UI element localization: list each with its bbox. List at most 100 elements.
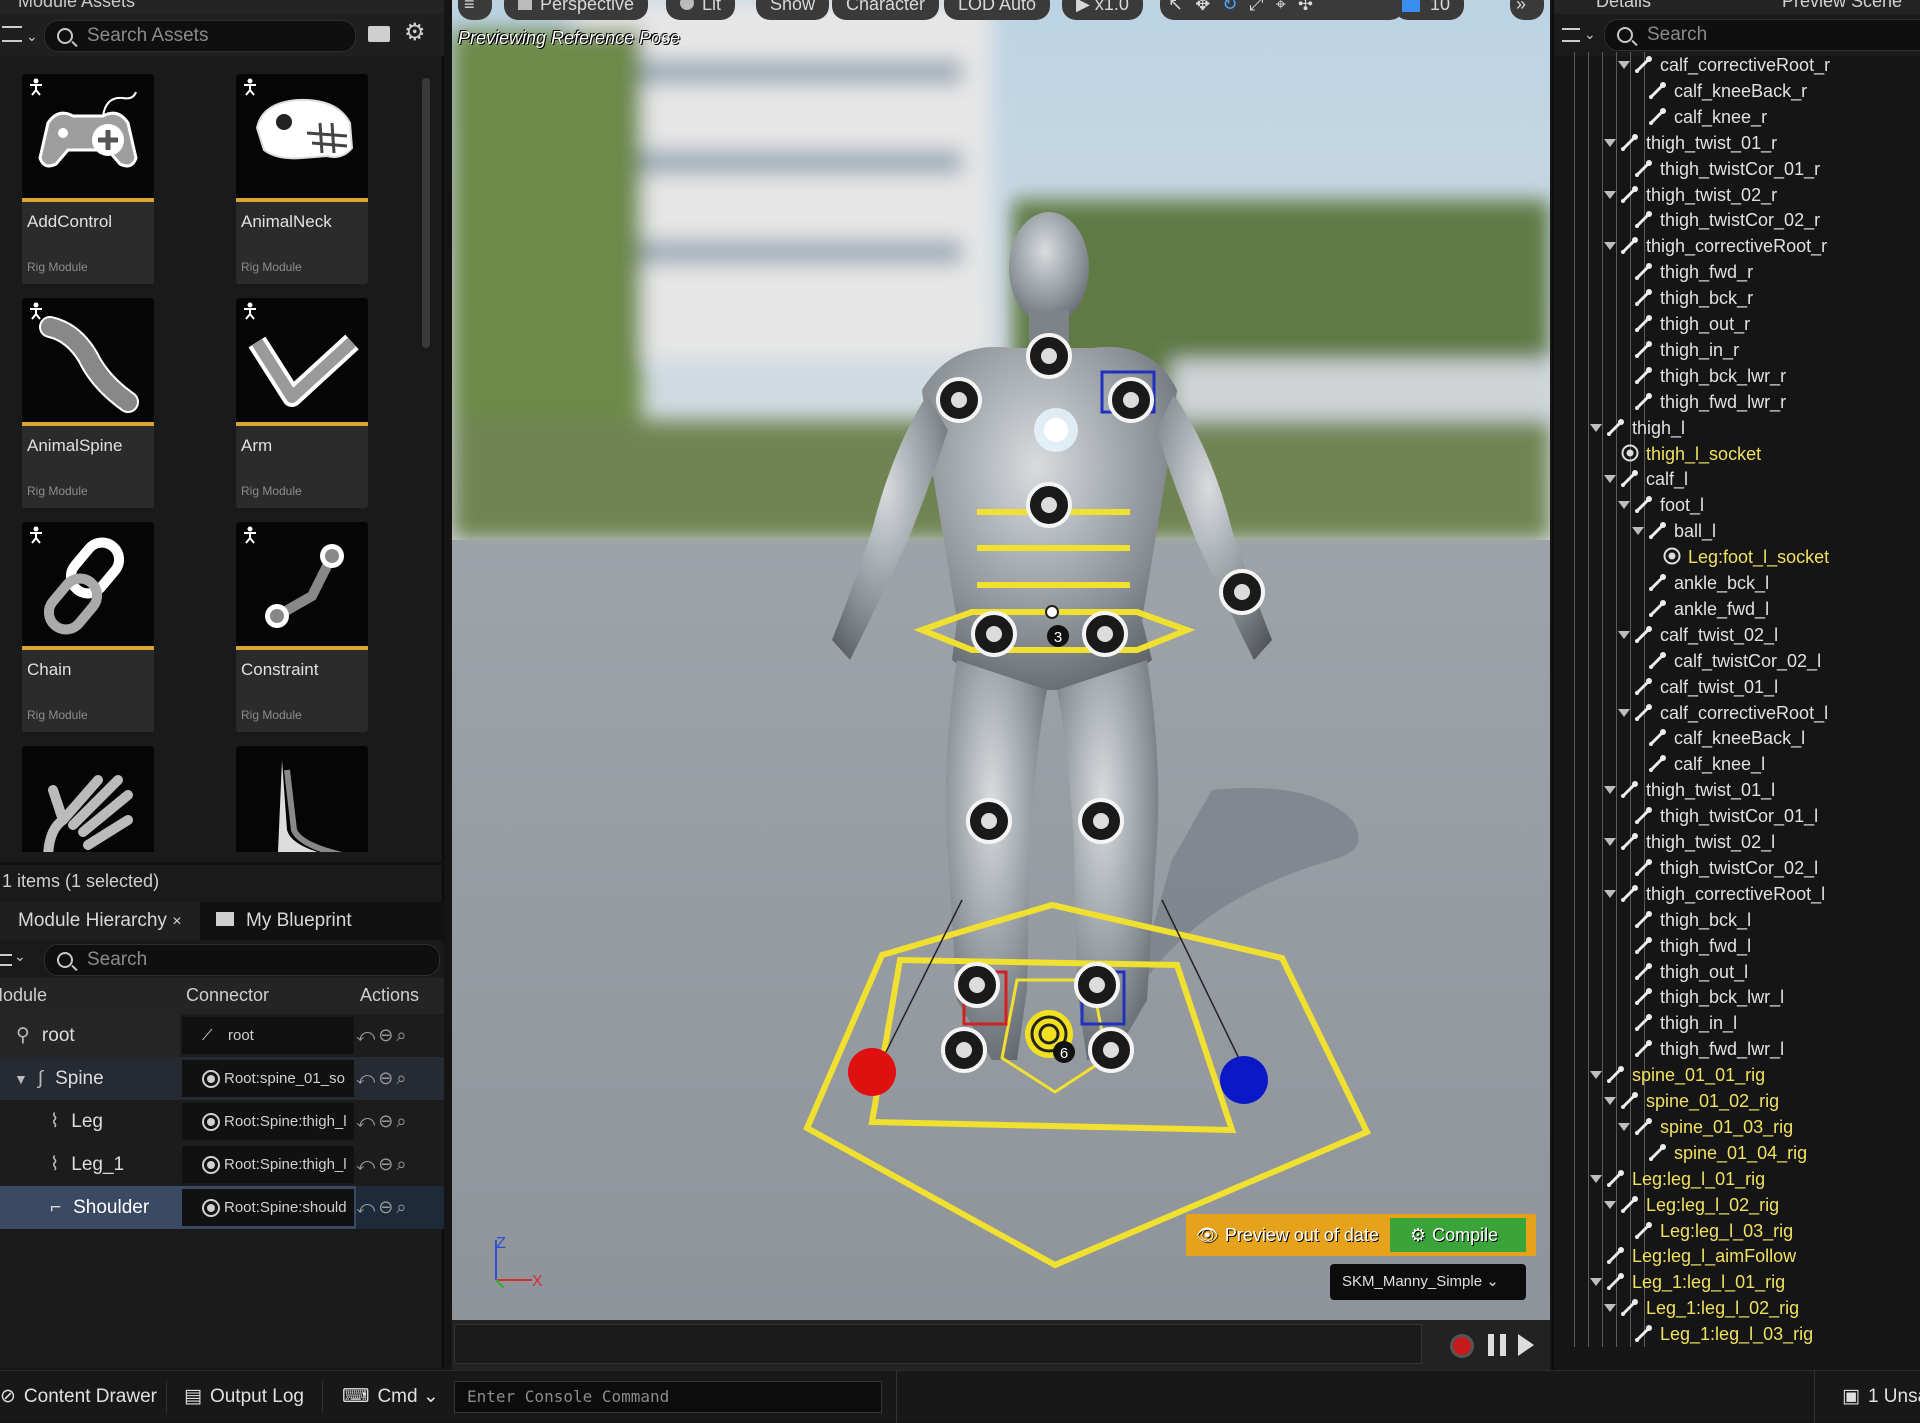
hierarchy-row-root[interactable]: ⚲ root ⟋ root ⤺⊖⌕ [0, 1014, 444, 1057]
tree-item[interactable]: Leg:leg_l_01_rig [1590, 1166, 1765, 1192]
connector-cell[interactable]: Root:Spine:should [182, 1189, 354, 1226]
step-forward-icon[interactable] [1518, 1334, 1534, 1356]
chevron-down-icon[interactable]: ⌄ [14, 948, 26, 965]
expand-arrow-icon[interactable] [1604, 138, 1616, 147]
tree-item[interactable]: thigh_twistCor_02_l [1634, 855, 1818, 881]
tree-item[interactable]: thigh_in_r [1634, 337, 1739, 363]
tree-item[interactable]: thigh_l_socket [1620, 441, 1761, 467]
viewport[interactable]: 6 3 Z X ≡ Perspective Lit Show Character… [452, 0, 1550, 1320]
coord-space-icon[interactable]: ⌖ [1276, 0, 1298, 14]
tree-item[interactable]: thigh_out_l [1634, 959, 1748, 985]
tree-item[interactable]: thigh_twistCor_01_r [1634, 156, 1820, 182]
content-drawer-button[interactable]: ⊘ Content Drawer [0, 1371, 157, 1423]
tree-item[interactable]: Leg:leg_l_03_rig [1634, 1218, 1793, 1244]
tree-item[interactable]: ball_l [1632, 518, 1716, 544]
scale-icon[interactable]: ⤢ [1249, 0, 1275, 14]
character-button[interactable]: Character [832, 0, 940, 20]
expand-arrow-icon[interactable] [1590, 1278, 1602, 1287]
expand-arrow-icon[interactable] [1618, 1122, 1630, 1131]
tree-item[interactable]: thigh_bck_lwr_r [1634, 363, 1786, 389]
connector-cell[interactable]: Root:Spine:thigh_l [182, 1146, 354, 1183]
chevron-down-icon[interactable]: ⌄ [26, 28, 38, 45]
folder-icon[interactable] [368, 26, 390, 42]
perspective-button[interactable]: Perspective [504, 0, 649, 20]
expand-arrow-icon[interactable] [1604, 1200, 1616, 1209]
tree-item[interactable]: Leg_1:leg_l_01_rig [1590, 1269, 1785, 1295]
tree-item[interactable]: Leg_1:leg_l_02_rig [1604, 1295, 1799, 1321]
tree-item[interactable]: calf_knee_r [1648, 104, 1767, 130]
chevron-down-icon[interactable]: ⌄ [1584, 26, 1596, 43]
hierarchy-row-shoulder[interactable]: ⌐ Shoulder Root:Spine:should ⤺⊖⌕ [0, 1186, 444, 1229]
lit-button[interactable]: Lit [666, 0, 736, 20]
rotate-icon[interactable]: ↻ [1222, 0, 1249, 14]
record-icon[interactable] [1450, 1334, 1474, 1358]
details-search-input[interactable]: Search [1604, 19, 1920, 51]
header-connector[interactable]: Connector [186, 985, 269, 1006]
asset-tile-chain[interactable]: Chain Rig Module [22, 522, 154, 732]
tree-item[interactable]: thigh_l [1590, 415, 1685, 441]
expand-arrow-icon[interactable] [1590, 423, 1602, 432]
hierarchy-row-spine[interactable]: ▼ ∫ Spine Root:spine_01_so ⤺⊖⌕ [0, 1057, 444, 1100]
tree-item[interactable]: Leg:foot_l_socket [1662, 544, 1829, 570]
tree-item[interactable]: foot_l [1618, 492, 1704, 518]
asset-tile-animalneck[interactable]: AnimalNeck Rig Module [236, 74, 368, 284]
expand-arrow-icon[interactable] [1632, 527, 1644, 536]
grid-snap-button[interactable]: 10 [1394, 0, 1464, 20]
tree-item[interactable]: calf_knee_l [1648, 751, 1765, 777]
expand-arrow-icon[interactable] [1590, 1174, 1602, 1183]
expand-arrow-icon[interactable] [1604, 1097, 1616, 1105]
tree-item[interactable]: thigh_bck_l [1634, 907, 1751, 933]
tree-item[interactable]: thigh_twist_01_r [1604, 130, 1777, 156]
tab-preview-scene[interactable]: Preview Scene [1782, 0, 1902, 10]
tree-item[interactable]: calf_twistCor_02_l [1648, 648, 1821, 674]
timeline-scrubber[interactable] [454, 1324, 1422, 1364]
tree-item[interactable]: Leg:leg_l_aimFollow [1606, 1243, 1796, 1269]
tree-item[interactable]: Leg_1:leg_l_03_rig [1634, 1321, 1813, 1347]
hierarchy-row-leg[interactable]: ⌇ Leg Root:Spine:thigh_l ⤺⊖⌕ [0, 1100, 444, 1143]
tab-module-hierarchy[interactable]: Module Hierarchy × [0, 902, 200, 940]
asset-tile-constraint[interactable]: Constraint Rig Module [236, 522, 368, 732]
move-icon[interactable]: ✥ [1195, 0, 1222, 14]
tree-item[interactable]: thigh_bck_r [1634, 285, 1753, 311]
output-log-button[interactable]: ▤ Output Log [184, 1371, 304, 1423]
cmd-dropdown[interactable]: ⌨ Cmd ⌄ [342, 1371, 439, 1423]
tree-item[interactable]: calf_kneeBack_r [1648, 78, 1807, 104]
tree-item[interactable]: thigh_fwd_l [1634, 933, 1751, 959]
tree-item[interactable]: thigh_fwd_r [1634, 259, 1753, 285]
tree-item[interactable]: calf_l [1604, 466, 1688, 492]
select-icon[interactable]: ↖ [1168, 0, 1195, 14]
expand-arrow-icon[interactable] [1604, 838, 1616, 846]
asset-tile-hand[interactable] [22, 746, 154, 852]
expand-arrow-icon[interactable] [1604, 1304, 1616, 1313]
compile-button[interactable]: ⚙ Compile [1390, 1218, 1526, 1252]
asset-tile-addcontrol[interactable]: AddControl Rig Module [22, 74, 154, 284]
mesh-select-dropdown[interactable]: SKM_Manny_Simple ⌄ [1330, 1264, 1526, 1300]
asset-tile-foot[interactable] [236, 746, 368, 852]
row-actions[interactable]: ⤺⊖⌕ [356, 1143, 444, 1186]
connector-cell[interactable]: Root:Spine:thigh_l [182, 1103, 354, 1140]
tree-item[interactable]: thigh_in_l [1634, 1010, 1737, 1036]
row-actions[interactable]: ⤺⊖⌕ [356, 1057, 444, 1100]
tree-item[interactable]: spine_01_04_rig [1648, 1140, 1807, 1166]
unsaved-indicator[interactable]: ▣ 1 Unsaved [1842, 1371, 1920, 1423]
asset-scrollbar[interactable] [422, 78, 430, 348]
close-icon[interactable]: × [172, 913, 181, 930]
tree-item[interactable]: calf_twist_02_l [1618, 622, 1778, 648]
playback-speed-button[interactable]: ▶ x1.0 [1062, 0, 1143, 20]
row-actions[interactable]: ⤺⊖⌕ [356, 1100, 444, 1143]
tree-item[interactable]: calf_correctiveRoot_r [1618, 52, 1830, 78]
expand-arrow-icon[interactable] [1604, 786, 1616, 795]
surface-snap-icon[interactable]: ✣ [1298, 0, 1325, 14]
tree-item[interactable]: thigh_correctiveRoot_r [1604, 233, 1827, 259]
tree-item[interactable]: calf_kneeBack_l [1648, 725, 1805, 751]
tree-item[interactable]: calf_correctiveRoot_l [1618, 700, 1828, 726]
console-input[interactable]: Enter Console Command [454, 1381, 882, 1413]
header-module[interactable]: Module [0, 985, 150, 1006]
hierarchy-search-input[interactable]: Search [44, 944, 440, 976]
expand-arrow-icon[interactable] [1590, 1071, 1602, 1080]
tree-item[interactable]: thigh_twistCor_01_l [1634, 803, 1818, 829]
pause-icon[interactable] [1488, 1334, 1506, 1356]
tree-item[interactable]: spine_01_03_rig [1618, 1114, 1793, 1140]
tree-item[interactable]: ankle_bck_l [1648, 570, 1769, 596]
row-actions[interactable]: ⤺⊖⌕ [356, 1186, 444, 1229]
